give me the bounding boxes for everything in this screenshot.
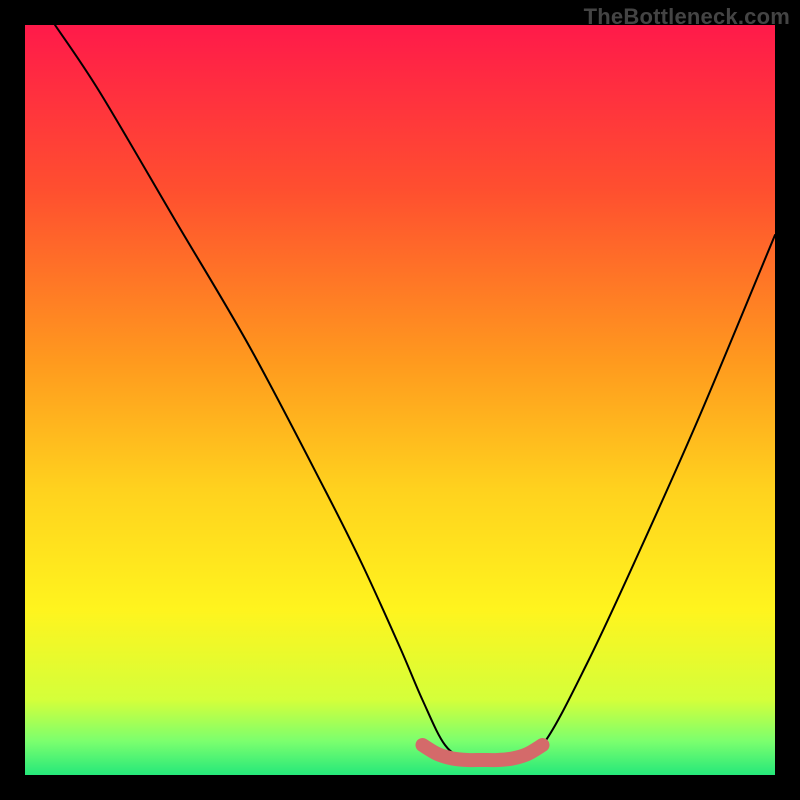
gradient-background [25, 25, 775, 775]
chart-frame: TheBottleneck.com [0, 0, 800, 800]
bottleneck-chart [25, 25, 775, 775]
watermark: TheBottleneck.com [584, 4, 790, 30]
